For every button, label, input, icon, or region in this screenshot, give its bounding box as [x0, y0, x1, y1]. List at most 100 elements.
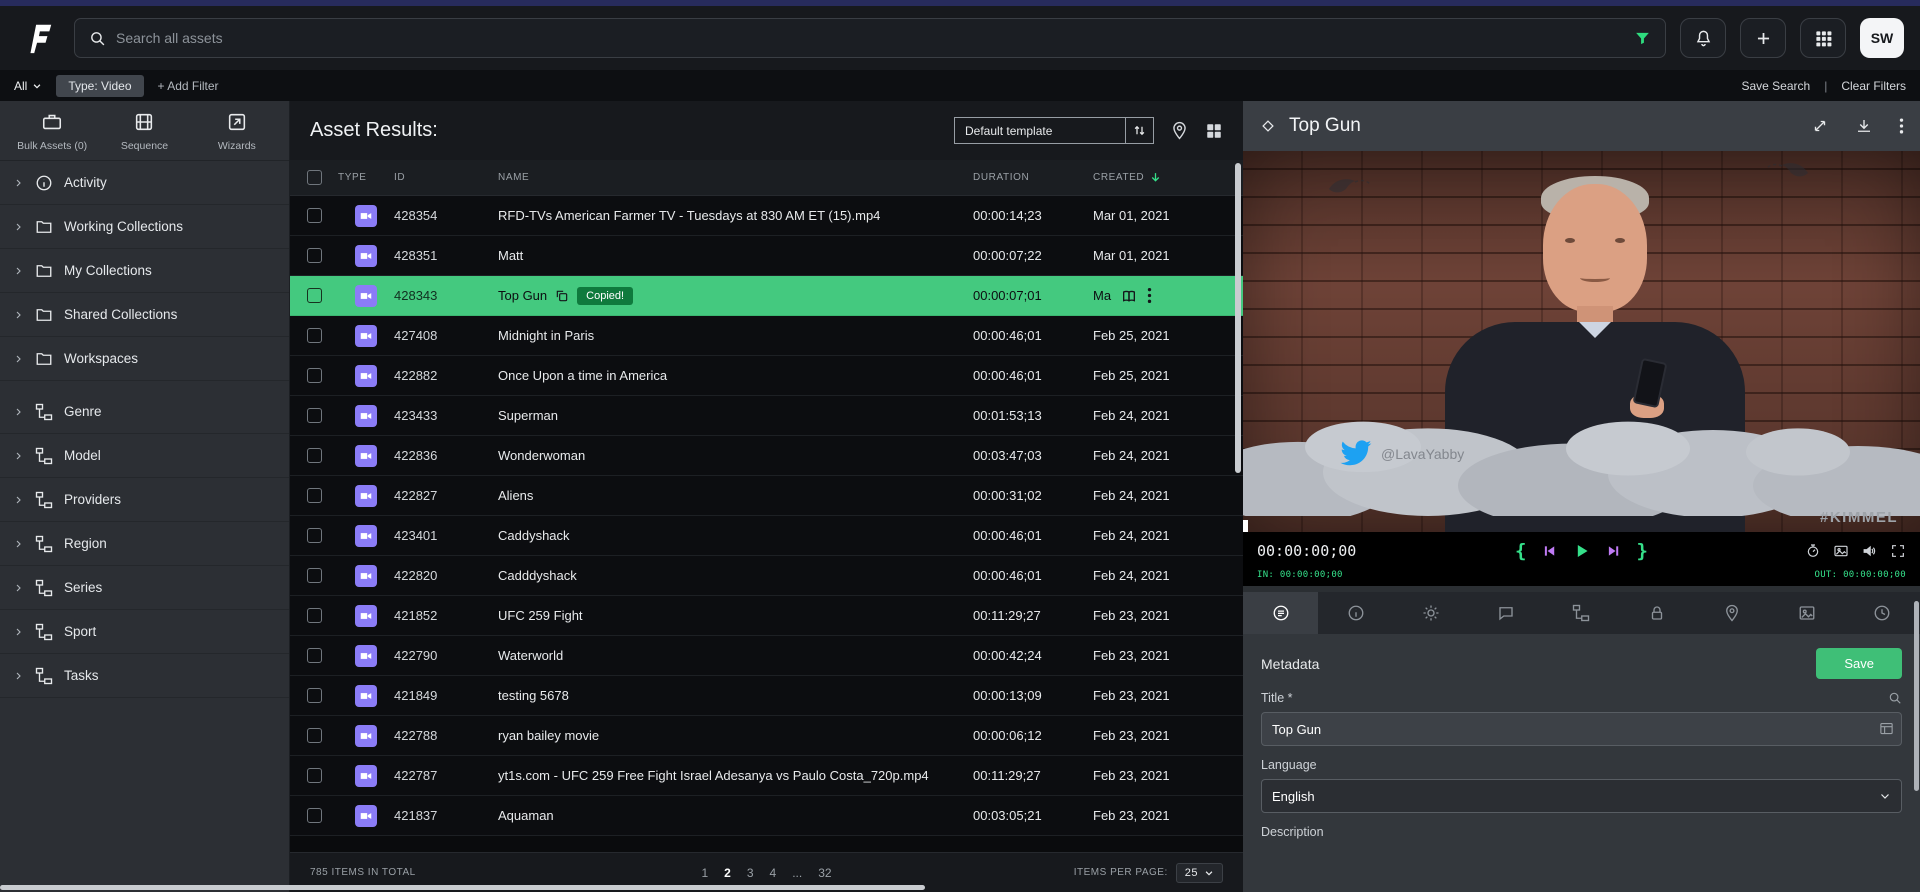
- add-filter-button[interactable]: + Add Filter: [158, 79, 219, 93]
- table-row[interactable]: 421849 testing 5678 00:00:13;09 Feb 23, …: [290, 676, 1243, 716]
- clear-filters-link[interactable]: Clear Filters: [1841, 79, 1906, 93]
- app-logo[interactable]: [16, 16, 60, 60]
- row-checkbox[interactable]: [307, 288, 322, 303]
- sidebar-item-series[interactable]: Series: [0, 566, 289, 610]
- language-select[interactable]: English: [1261, 779, 1902, 813]
- row-checkbox[interactable]: [307, 368, 322, 383]
- table-row-selected[interactable]: 428343 Top Gun Copied! 00:00:07;01 Ma: [290, 276, 1243, 316]
- poster-frame-icon[interactable]: [1833, 543, 1849, 559]
- table-row[interactable]: 423433 Superman 00:01:53;13 Feb 24, 2021: [290, 396, 1243, 436]
- table-row[interactable]: 423401 Caddyshack 00:00:46;01 Feb 24, 20…: [290, 516, 1243, 556]
- sidebar-item-my-collections[interactable]: My Collections: [0, 249, 289, 293]
- table-row[interactable]: 427408 Midnight in Paris 00:00:46;01 Feb…: [290, 316, 1243, 356]
- create-new-button[interactable]: [1740, 18, 1786, 58]
- row-checkbox[interactable]: [307, 608, 322, 623]
- table-row[interactable]: 422882 Once Upon a time in America 00:00…: [290, 356, 1243, 396]
- title-input[interactable]: [1261, 712, 1902, 746]
- bulk-assets-button[interactable]: Bulk Assets (0): [6, 111, 98, 152]
- sidebar-item-sport[interactable]: Sport: [0, 610, 289, 654]
- tab-history[interactable]: [1845, 592, 1920, 634]
- horizontal-scrollbar[interactable]: [0, 885, 925, 890]
- column-header-duration[interactable]: DURATION: [973, 172, 1093, 183]
- save-button[interactable]: Save: [1816, 648, 1902, 679]
- sidebar-item-working-collections[interactable]: Working Collections: [0, 205, 289, 249]
- page-number[interactable]: 32: [818, 866, 831, 880]
- sidebar-item-activity[interactable]: Activity: [0, 161, 289, 205]
- notifications-button[interactable]: [1680, 18, 1726, 58]
- expand-icon[interactable]: [1811, 117, 1829, 135]
- sequence-button[interactable]: Sequence: [98, 111, 190, 152]
- filter-funnel-icon[interactable]: [1634, 30, 1651, 47]
- tab-settings[interactable]: [1393, 592, 1468, 634]
- fullscreen-icon[interactable]: [1890, 543, 1906, 559]
- row-checkbox[interactable]: [307, 248, 322, 263]
- kebab-menu-icon[interactable]: [1899, 117, 1904, 135]
- page-number[interactable]: 1: [701, 866, 708, 880]
- stopwatch-icon[interactable]: [1805, 543, 1821, 559]
- table-row[interactable]: 428354 RFD-TVs American Farmer TV - Tues…: [290, 196, 1243, 236]
- save-search-link[interactable]: Save Search: [1741, 79, 1810, 93]
- sidebar-item-shared-collections[interactable]: Shared Collections: [0, 293, 289, 337]
- user-avatar[interactable]: SW: [1860, 18, 1904, 58]
- kebab-menu-icon[interactable]: [1147, 287, 1152, 304]
- location-pin-icon[interactable]: [1170, 121, 1189, 140]
- table-row[interactable]: 422836 Wonderwoman 00:03:47;03 Feb 24, 2…: [290, 436, 1243, 476]
- apps-menu-button[interactable]: [1800, 18, 1846, 58]
- page-number[interactable]: 3: [747, 866, 754, 880]
- select-all-checkbox[interactable]: [307, 170, 322, 185]
- row-checkbox[interactable]: [307, 768, 322, 783]
- row-checkbox[interactable]: [307, 528, 322, 543]
- sidebar-item-tasks[interactable]: Tasks: [0, 654, 289, 698]
- filter-scope-dropdown[interactable]: All: [14, 79, 42, 93]
- column-header-created[interactable]: CREATED: [1093, 171, 1243, 184]
- table-row[interactable]: 421852 UFC 259 Fight 00:11:29;27 Feb 23,…: [290, 596, 1243, 636]
- row-checkbox[interactable]: [307, 328, 322, 343]
- sidebar-item-providers[interactable]: Providers: [0, 478, 289, 522]
- row-checkbox[interactable]: [307, 448, 322, 463]
- table-row[interactable]: 421837 Aquaman 00:03:05;21 Feb 23, 2021: [290, 796, 1243, 836]
- tab-info[interactable]: [1318, 592, 1393, 634]
- column-header-type[interactable]: TYPE: [338, 172, 394, 183]
- tab-hierarchy[interactable]: [1544, 592, 1619, 634]
- wizards-button[interactable]: Wizards: [191, 111, 283, 152]
- previous-frame-button[interactable]: [1541, 543, 1559, 559]
- tab-metadata[interactable]: [1243, 592, 1318, 634]
- template-sort-button[interactable]: [1126, 117, 1154, 144]
- row-checkbox[interactable]: [307, 808, 322, 823]
- row-checkbox[interactable]: [307, 208, 322, 223]
- play-button[interactable]: [1573, 542, 1591, 560]
- copy-icon[interactable]: [555, 289, 569, 303]
- tab-media[interactable]: [1770, 592, 1845, 634]
- table-row[interactable]: 428351 Matt 00:00:07;22 Mar 01, 2021: [290, 236, 1243, 276]
- row-checkbox[interactable]: [307, 648, 322, 663]
- row-checkbox[interactable]: [307, 688, 322, 703]
- field-search-icon[interactable]: [1888, 691, 1902, 705]
- grid-view-icon[interactable]: [1205, 122, 1223, 140]
- global-search[interactable]: [74, 18, 1666, 58]
- tab-permissions[interactable]: [1619, 592, 1694, 634]
- items-per-page-select[interactable]: 25: [1176, 863, 1223, 883]
- table-row[interactable]: 422788 ryan bailey movie 00:00:06;12 Feb…: [290, 716, 1243, 756]
- tab-location[interactable]: [1694, 592, 1769, 634]
- sidebar-item-genre[interactable]: Genre: [0, 390, 289, 434]
- column-header-name[interactable]: NAME: [498, 172, 973, 183]
- row-checkbox[interactable]: [307, 408, 322, 423]
- table-row[interactable]: 422787 yt1s.com - UFC 259 Free Fight Isr…: [290, 756, 1243, 796]
- table-row[interactable]: 422820 Cadddyshack 00:00:46;01 Feb 24, 2…: [290, 556, 1243, 596]
- table-row[interactable]: 422827 Aliens 00:00:31;02 Feb 24, 2021: [290, 476, 1243, 516]
- column-header-id[interactable]: ID: [394, 172, 498, 183]
- book-icon[interactable]: [1121, 288, 1137, 304]
- row-checkbox[interactable]: [307, 568, 322, 583]
- next-frame-button[interactable]: [1605, 543, 1623, 559]
- page-number-active[interactable]: 2: [724, 866, 731, 880]
- filter-chip-type-video[interactable]: Type: Video: [56, 75, 143, 97]
- sidebar-item-region[interactable]: Region: [0, 522, 289, 566]
- download-icon[interactable]: [1855, 117, 1873, 135]
- detail-scrollbar[interactable]: [1914, 601, 1919, 791]
- mark-out-button[interactable]: }: [1637, 540, 1648, 562]
- tab-comments[interactable]: [1469, 592, 1544, 634]
- video-player[interactable]: @LavaYabby #KIMMEL: [1243, 151, 1920, 532]
- volume-icon[interactable]: [1861, 543, 1878, 559]
- row-checkbox[interactable]: [307, 488, 322, 503]
- sidebar-item-model[interactable]: Model: [0, 434, 289, 478]
